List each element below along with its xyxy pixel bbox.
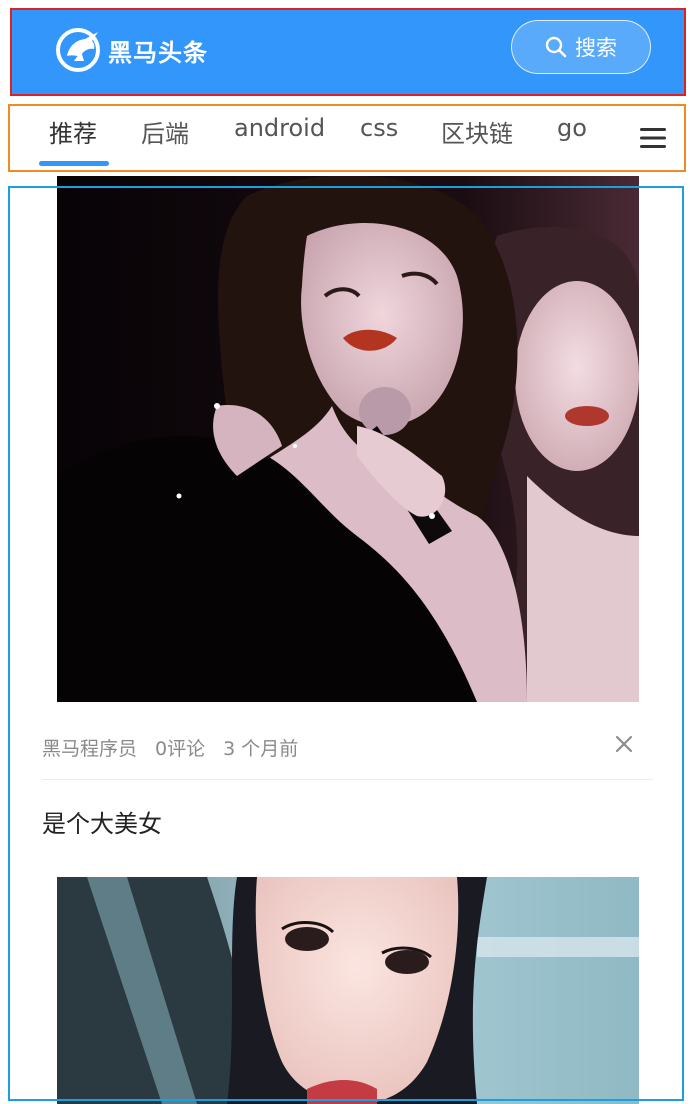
tab-blockchain[interactable]: 区块链 bbox=[441, 114, 513, 149]
search-button[interactable]: 搜索 bbox=[511, 20, 651, 74]
close-icon[interactable] bbox=[614, 734, 634, 754]
tab-go[interactable]: go bbox=[557, 114, 587, 142]
article-comment-count: 0评论 bbox=[155, 738, 206, 760]
tab-backend[interactable]: 后端 bbox=[141, 114, 189, 149]
active-tab-indicator bbox=[39, 161, 109, 166]
hamburger-menu-icon bbox=[640, 128, 666, 148]
article-author: 黑马程序员 bbox=[42, 738, 138, 760]
search-icon bbox=[545, 36, 567, 58]
tab-android[interactable]: android bbox=[234, 114, 325, 142]
logo-text: 黑马头条 bbox=[108, 38, 208, 67]
channel-tabs: 推荐 后端 android css 区块链 go 程 bbox=[10, 106, 684, 170]
search-button-label: 搜索 bbox=[575, 36, 617, 60]
app-logo: 黑马头条 bbox=[54, 26, 208, 74]
article-cover-image-2[interactable] bbox=[57, 877, 639, 1104]
tab-css[interactable]: css bbox=[360, 114, 398, 142]
article-time: 3 个月前 bbox=[223, 738, 299, 760]
tab-recommend[interactable]: 推荐 bbox=[49, 114, 97, 149]
horse-logo-icon bbox=[56, 28, 100, 72]
article-title[interactable]: 是个大美女 bbox=[42, 804, 162, 839]
article-cover-image[interactable] bbox=[57, 176, 639, 702]
channel-menu-button[interactable] bbox=[622, 106, 684, 170]
top-nav-bar: 黑马头条 搜索 bbox=[12, 10, 684, 94]
article-meta: 黑马程序员 0评论 3 个月前 bbox=[42, 734, 298, 761]
article-divider bbox=[42, 779, 653, 780]
app-page: 黑马头条 搜索 推荐 后端 android css 区块链 go 程 bbox=[0, 0, 693, 1104]
